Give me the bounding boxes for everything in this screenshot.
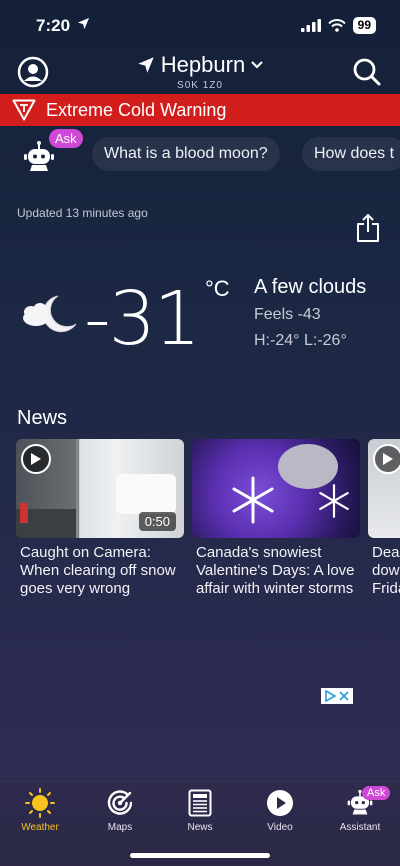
news-headline: Dea dow Frida (372, 544, 400, 597)
tab-label: Weather (21, 822, 59, 833)
video-duration: 0:50 (138, 512, 176, 531)
feels-like: Feels -43 (254, 306, 321, 323)
alert-text: Extreme Cold Warning (46, 99, 227, 120)
suggestion-chip[interactable]: How does t (302, 137, 400, 171)
news-section-title: News (17, 407, 68, 429)
news-headline: Canada's snowiest Valentine's Days: A lo… (196, 544, 355, 597)
status-bar: 7:20 99 (0, 0, 400, 50)
ask-badge: Ask (362, 786, 391, 800)
snowflake-icon (319, 484, 349, 518)
signal-icon (300, 19, 321, 32)
sun-icon (25, 788, 55, 818)
location-arrow-icon (77, 17, 90, 30)
postal-code: S0K 1Z0 (177, 80, 223, 91)
high-low: H:-24° L:-26° (254, 332, 347, 349)
newspaper-icon (188, 789, 212, 817)
tab-assistant[interactable]: Ask Assistant (320, 786, 400, 833)
news-thumbnail (192, 439, 360, 538)
assistant-suggestions: Ask What is a blood moon? How does t (0, 128, 400, 178)
play-icon (373, 444, 400, 474)
battery-level: 99 (352, 17, 376, 34)
tab-weather[interactable]: Weather (0, 788, 80, 833)
news-thumbnail: 0:50 (16, 439, 184, 538)
tab-label: Assistant (339, 822, 381, 833)
tab-label: Video (267, 822, 293, 833)
tab-maps[interactable]: Maps (80, 788, 160, 833)
weather-alert-banner[interactable]: Extreme Cold Warning (0, 94, 400, 126)
news-card[interactable]: Dea dow Frida (368, 439, 400, 598)
condition-text: A few clouds (254, 276, 367, 298)
tab-news[interactable]: News (160, 788, 240, 833)
location-arrow-icon (138, 57, 154, 73)
ad-choices-icon[interactable] (321, 688, 353, 704)
tab-label: Maps (107, 822, 133, 833)
news-card[interactable]: 0:50 Caught on Camera: When clearing off… (16, 439, 184, 598)
news-headline: Caught on Camera: When clearing off snow… (20, 544, 176, 597)
news-carousel[interactable]: 0:50 Caught on Camera: When clearing off… (16, 439, 400, 639)
status-time: 7:20 (36, 16, 71, 35)
snowflake-icon (232, 476, 274, 524)
radar-icon (107, 790, 133, 815)
current-temperature: -31 (84, 276, 201, 362)
search-icon (353, 58, 381, 86)
news-thumbnail (368, 439, 400, 538)
suggestion-chip[interactable]: What is a blood moon? (92, 137, 280, 171)
moon-cloud-icon (23, 295, 77, 333)
search-button[interactable] (351, 56, 383, 88)
tab-label: News (187, 822, 213, 833)
wifi-icon (327, 19, 346, 32)
updated-timestamp: Updated 13 minutes ago (17, 206, 148, 220)
share-icon[interactable] (355, 213, 381, 243)
tab-video[interactable]: Video (240, 788, 320, 833)
ask-badge: Ask (49, 129, 83, 148)
news-card[interactable]: Canada's snowiest Valentine's Days: A lo… (192, 439, 360, 598)
play-icon (267, 790, 293, 816)
location-selector[interactable]: Hepburn S0K 1Z0 (0, 52, 400, 91)
play-icon (21, 444, 51, 474)
alert-triangle-icon (12, 98, 36, 122)
current-conditions: -31 °C A few clouds Feels -43 H:-24° L:-… (0, 270, 400, 362)
top-header: Hepburn S0K 1Z0 (0, 52, 400, 94)
home-indicator (130, 853, 270, 858)
location-name: Hepburn (160, 52, 246, 77)
chevron-down-icon (251, 61, 263, 69)
temperature-unit: °C (205, 276, 230, 301)
